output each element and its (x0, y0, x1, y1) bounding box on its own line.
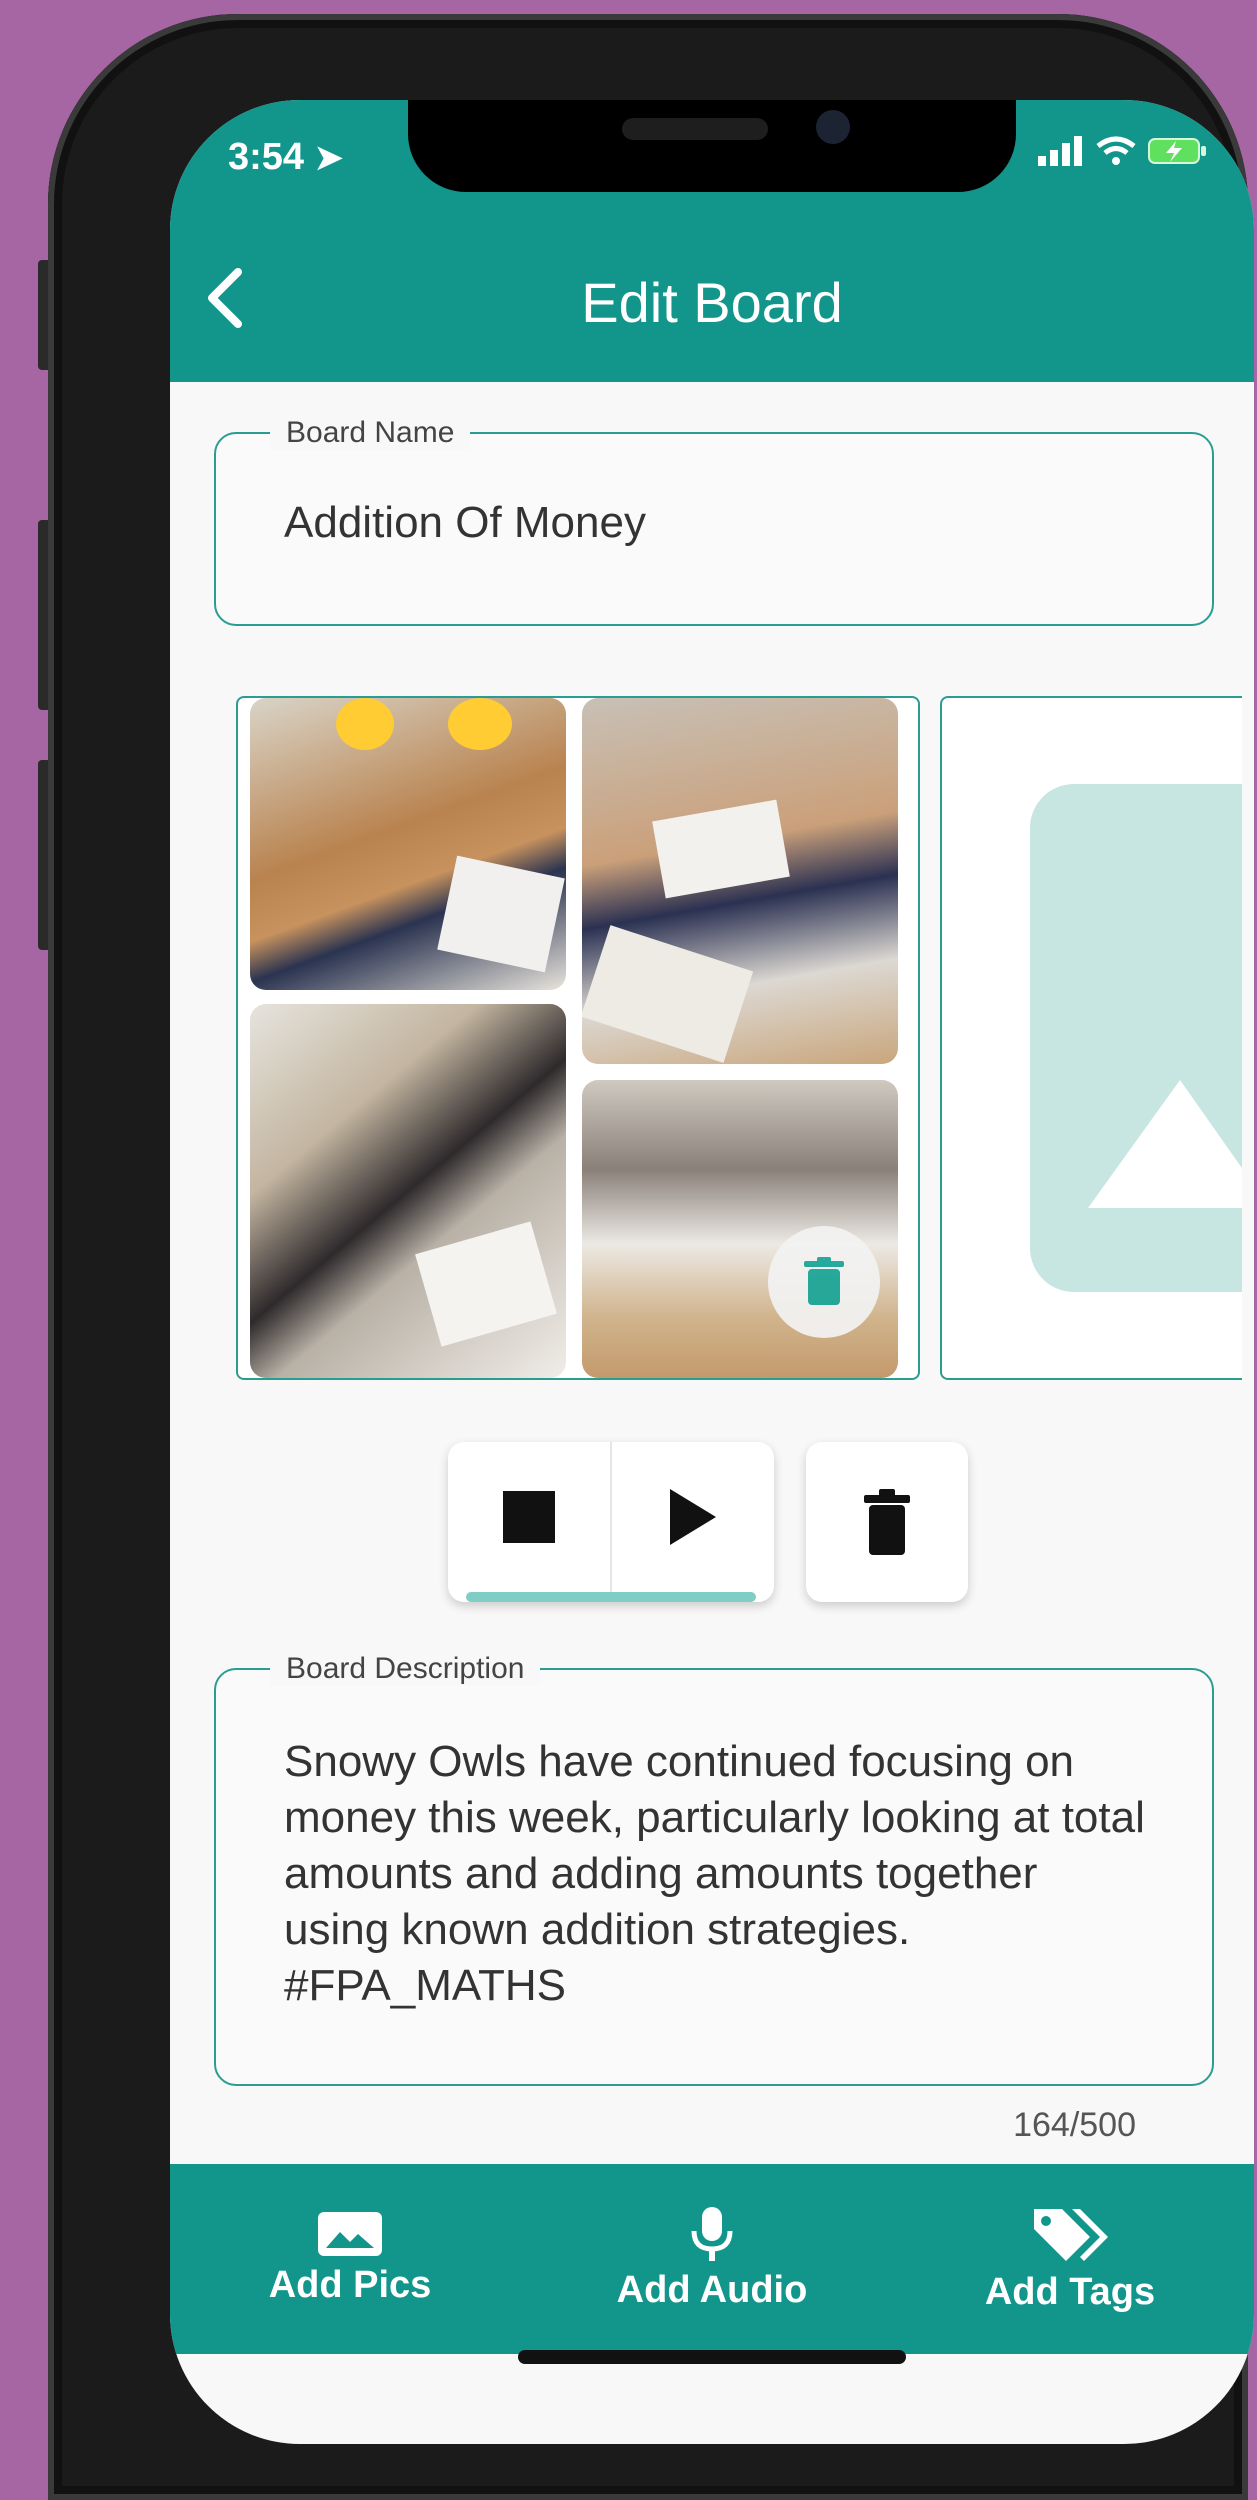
photo-collage-card[interactable] (236, 696, 920, 1380)
board-description-label: Board Description (270, 1652, 541, 1686)
stop-button[interactable] (448, 1442, 610, 1592)
add-pics-label: Add Pics (268, 2263, 432, 2306)
character-count: 164/500 (1013, 2106, 1136, 2144)
emoji-face-icon (336, 698, 394, 750)
worksheet-paper (437, 855, 565, 973)
add-audio-label: Add Audio (616, 2268, 808, 2311)
audio-progress-bar[interactable] (466, 1592, 756, 1602)
page-title: Edit Board (581, 271, 843, 334)
trash-icon (804, 1257, 844, 1305)
add-tags-label: Add Tags (984, 2270, 1156, 2313)
play-icon (670, 1489, 716, 1545)
add-photo-placeholder-card[interactable] (940, 696, 1242, 1380)
add-pics-button[interactable]: Add Pics (210, 2164, 490, 2354)
board-name-input[interactable]: Addition Of Money (284, 498, 646, 548)
mountain-icon (1088, 1080, 1242, 1208)
phone-frame: 3:54 ➤ Edit Board Board Name Addition Of… (48, 14, 1254, 2500)
collage-photo-4 (582, 1080, 898, 1378)
app-screen: 3:54 ➤ Edit Board Board Name Addition Of… (170, 100, 1254, 2444)
board-description-input[interactable]: Snowy Owls have continued focusing on mo… (284, 1734, 1152, 2014)
emoji-face-icon (448, 698, 512, 750)
front-camera (816, 110, 850, 144)
image-placeholder-icon (1030, 784, 1242, 1292)
worksheet-paper (415, 1221, 557, 1347)
worksheet-paper (652, 799, 790, 899)
stop-icon (503, 1491, 555, 1543)
add-tags-button[interactable]: Add Tags (920, 2164, 1220, 2354)
status-icons (1038, 136, 1208, 166)
board-name-label: Board Name (270, 416, 471, 450)
audio-player (448, 1442, 774, 1602)
collage-photo-3 (250, 1004, 566, 1378)
wifi-icon (1096, 136, 1136, 165)
collage-photo-2 (582, 698, 898, 1064)
trash-icon (864, 1489, 910, 1555)
image-icon (318, 2211, 382, 2256)
status-time: 3:54 ➤ (228, 136, 344, 178)
speaker-grille (622, 118, 768, 140)
app-header: 3:54 ➤ Edit Board (170, 100, 1254, 382)
location-arrow-icon: ➤ (314, 139, 344, 177)
home-indicator[interactable] (518, 2350, 906, 2364)
tag-icon (1034, 2208, 1108, 2261)
camera-notch (408, 100, 1016, 192)
delete-photo-button[interactable] (768, 1226, 880, 1338)
delete-audio-button[interactable] (806, 1442, 968, 1602)
collage-photo-1 (250, 698, 566, 990)
board-name-field[interactable]: Board Name Addition Of Money (214, 416, 1214, 626)
add-audio-button[interactable]: Add Audio (570, 2164, 854, 2354)
signal-icon (1038, 136, 1082, 166)
microphone-icon (691, 2206, 733, 2261)
battery-charging-icon (1148, 138, 1206, 164)
worksheet-paper (582, 925, 754, 1063)
play-button[interactable] (612, 1442, 774, 1592)
bottom-action-bar: Add Pics Add Audio Add Tags (170, 2164, 1254, 2354)
board-description-field[interactable]: Board Description Snowy Owls have contin… (214, 1652, 1214, 2086)
